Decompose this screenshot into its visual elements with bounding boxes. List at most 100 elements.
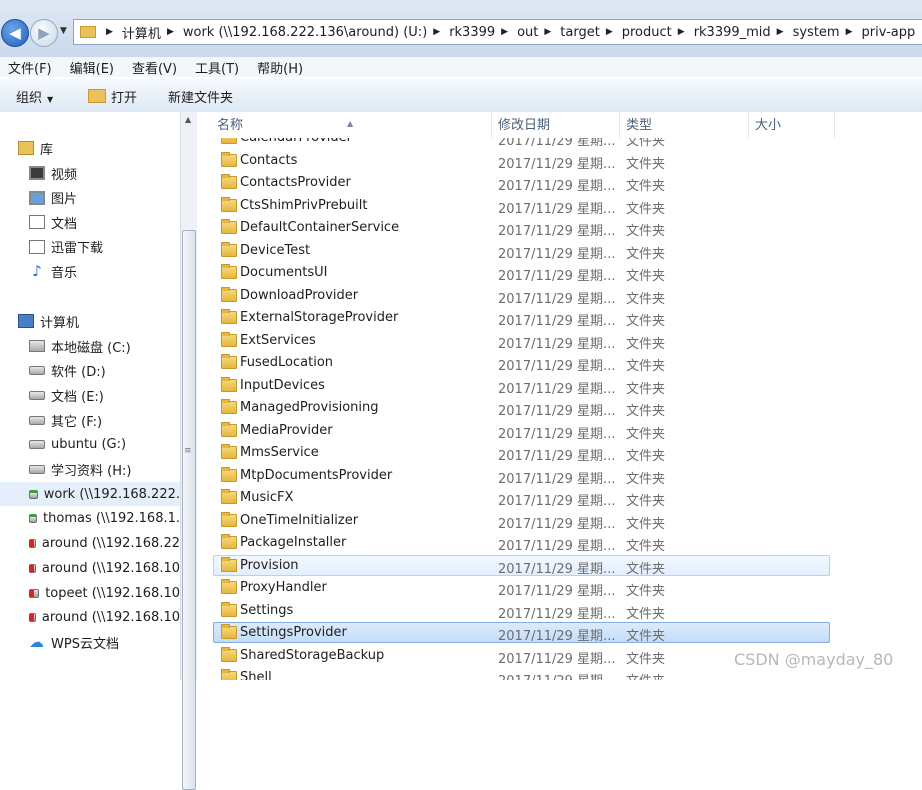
file-row[interactable]: ExternalStorageProvider 2017/11/29 星期... 文… [211, 307, 922, 330]
forward-button[interactable]: ▶ [30, 19, 58, 47]
file-name: Contacts [240, 152, 298, 168]
recent-locations-dropdown[interactable]: ▼ [60, 26, 67, 36]
file-row[interactable]: Provision 2017/11/29 星期... 文件夹 [211, 554, 922, 578]
breadcrumb-item[interactable]: ▶ rk3399 [427, 25, 495, 40]
breadcrumb-item[interactable]: ▶ work (\\192.168.222.136\around) (U:) [161, 25, 427, 40]
folder-icon [221, 511, 237, 527]
file-row[interactable]: DeviceTest 2017/11/29 星期... 文件夹 [211, 240, 922, 263]
back-button[interactable]: ◀ [1, 19, 29, 47]
breadcrumb-item[interactable]: ▶ product [600, 25, 672, 40]
menu-item[interactable]: 编辑(E) [70, 58, 114, 77]
file-row[interactable]: Settings 2017/11/29 星期... 文件夹 [211, 600, 922, 623]
file-type: 文件夹 [626, 179, 666, 194]
menu-item[interactable]: 查看(V) [132, 58, 177, 77]
file-row[interactable]: CtsShimPrivPrebuilt 2017/11/29 星期... 文件夹 [211, 195, 922, 218]
nav-item[interactable]: 软件 (D:) [0, 359, 180, 383]
breadcrumb-item[interactable]: ▶ rk3399_mid [672, 25, 771, 40]
file-row[interactable]: ManagedProvisioning 2017/11/29 星期... 文件夹 [211, 397, 922, 420]
breadcrumb-separator-icon[interactable]: ▶ [678, 27, 685, 37]
breadcrumb[interactable]: ▶ 计算机 ▶ work (\\192.168.222.136\around) (U:… [73, 19, 922, 45]
column-name[interactable]: ▲ 名称 [211, 112, 492, 138]
new-folder-button[interactable]: 新建文件夹 [168, 87, 233, 106]
breadcrumb-separator-icon[interactable]: ▶ [544, 27, 551, 37]
nav-item-label: ubuntu (G:) [51, 437, 127, 453]
file-row[interactable]: DocumentsUI 2017/11/29 星期... 文件夹 [211, 262, 922, 285]
nav-item[interactable]: 视频 [0, 161, 180, 185]
nav-item[interactable]: around (\\192.168.10 [0, 606, 180, 630]
nav-item[interactable]: 计算机 [0, 309, 180, 333]
breadcrumb-separator-icon[interactable]: ▶ [106, 27, 113, 37]
file-row[interactable]: ExtServices 2017/11/29 星期... 文件夹 [211, 330, 922, 353]
sort-ascending-icon: ▲ [347, 119, 354, 128]
file-row[interactable]: OneTimeInitializer 2017/11/29 星期... 文件夹 [211, 510, 922, 533]
drive-icon [29, 465, 45, 474]
breadcrumb-separator-icon[interactable]: ▶ [501, 27, 508, 37]
file-row[interactable]: Contacts 2017/11/29 星期... 文件夹 [211, 150, 922, 173]
file-date: 2017/11/29 星期... [498, 138, 616, 149]
nav-item[interactable]: 本地磁盘 (C:) [0, 334, 180, 358]
breadcrumb-item[interactable]: ▶ out [495, 25, 538, 40]
breadcrumb-label: work (\\192.168.222.136\around) (U:) [182, 24, 428, 40]
nav-item[interactable]: 文档 [0, 210, 180, 234]
nav-item[interactable]: topeet (\\192.168.10 [0, 581, 180, 605]
menu-item[interactable]: 文件(F) [8, 58, 52, 77]
scroll-up-icon[interactable]: ▲ [185, 115, 191, 124]
nav-item[interactable]: 文档 (E:) [0, 383, 180, 407]
breadcrumb-separator-icon[interactable]: ▶ [777, 27, 784, 37]
organize-button[interactable]: 组织 ▼ [16, 87, 53, 106]
file-name: CalendarProvider [240, 138, 352, 145]
menu-item[interactable]: 帮助(H) [257, 58, 303, 77]
file-name: ManagedProvisioning [240, 400, 379, 415]
nav-item[interactable]: 库 [0, 136, 180, 160]
file-row[interactable]: DownloadProvider 2017/11/29 星期... 文件夹 [211, 285, 922, 308]
nav-item-label: work (\\192.168.222. [43, 486, 180, 502]
folder-icon [221, 466, 237, 482]
nav-item[interactable]: ♪ 音乐 [0, 259, 180, 283]
breadcrumb-item[interactable]: ▶ system [771, 25, 840, 40]
nav-item[interactable]: thomas (\\192.168.1. [0, 507, 180, 531]
file-row[interactable]: CalendarProvider 2017/11/29 星期... 文件夹 [211, 138, 922, 150]
nav-item[interactable]: 学习资料 (H:) [0, 458, 180, 482]
nav-item[interactable]: ☁ WPS云文档 [0, 630, 180, 654]
file-row[interactable]: SettingsProvider 2017/11/29 星期... 文件夹 [211, 622, 922, 645]
file-row[interactable]: PackageInstaller 2017/11/29 星期... 文件夹 [211, 532, 922, 555]
column-date[interactable]: 修改日期 [492, 112, 620, 138]
music-icon: ♪ [32, 262, 42, 280]
file-row[interactable]: ContactsProvider 2017/11/29 星期... 文件夹 [211, 172, 922, 195]
open-button[interactable]: 打开 [88, 87, 137, 106]
column-type[interactable]: 类型 [620, 112, 749, 138]
nav-item-label: thomas (\\192.168.1. [43, 511, 180, 527]
file-row[interactable]: InputDevices 2017/11/29 星期... 文件夹 [211, 375, 922, 398]
nav-item[interactable]: 迅雷下载 [0, 235, 180, 259]
menu-item[interactable]: 工具(T) [195, 58, 239, 77]
breadcrumb-separator-icon[interactable]: ▶ [846, 27, 853, 37]
nav-item[interactable]: 图片 [0, 186, 180, 210]
nav-item[interactable]: work (\\192.168.222. [0, 482, 180, 507]
nav-item[interactable]: 其它 (F:) [0, 408, 180, 432]
file-row[interactable]: MtpDocumentsProvider 2017/11/29 星期... 文件夹 [211, 465, 922, 488]
breadcrumb-item[interactable]: ▶ 计算机 [100, 23, 161, 42]
breadcrumb-item[interactable]: ▶ priv-app [840, 25, 916, 40]
breadcrumb-separator-icon[interactable]: ▶ [167, 27, 174, 37]
folder-icon [221, 241, 237, 257]
nav-item[interactable]: ubuntu (G:) [0, 433, 180, 457]
breadcrumb-item[interactable]: ▶ target [538, 25, 599, 40]
pane-splitter[interactable] [197, 112, 211, 680]
column-date-label: 修改日期 [498, 118, 551, 133]
file-row[interactable]: FusedLocation 2017/11/29 星期... 文件夹 [211, 352, 922, 375]
file-row[interactable]: MmsService 2017/11/29 星期... 文件夹 [211, 442, 922, 465]
file-type: 文件夹 [626, 426, 666, 442]
breadcrumb-label: rk3399 [449, 24, 496, 40]
file-row[interactable]: ProxyHandler 2017/11/29 星期... 文件夹 [211, 577, 922, 600]
file-row[interactable]: MusicFX 2017/11/29 星期... 文件夹 [211, 487, 922, 510]
breadcrumb-separator-icon[interactable]: ▶ [606, 27, 613, 37]
nav-item[interactable]: around (\\192.168.22 [0, 532, 180, 556]
column-size[interactable]: 大小 [749, 112, 835, 138]
file-name: CtsShimPrivPrebuilt [240, 197, 368, 213]
nav-item[interactable]: around (\\192.168.10 [0, 556, 180, 580]
file-row[interactable]: DefaultContainerService 2017/11/29 星期... 文… [211, 217, 922, 240]
scrollbar-thumb[interactable] [182, 230, 196, 790]
breadcrumb-separator-icon[interactable]: ▶ [433, 27, 440, 37]
file-row[interactable]: MediaProvider 2017/11/29 星期... 文件夹 [211, 420, 922, 443]
navigation-scrollbar[interactable]: ▲ ≡ [180, 112, 197, 790]
